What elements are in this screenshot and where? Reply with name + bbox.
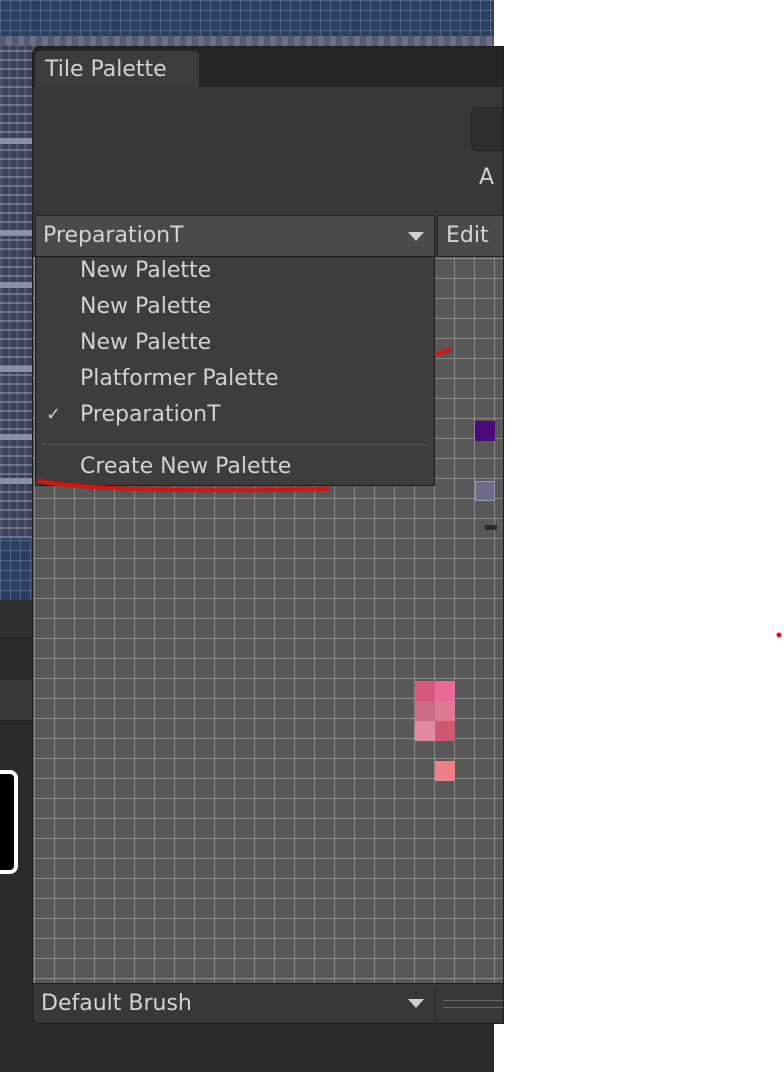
menu-item-label: New Palette bbox=[80, 294, 212, 319]
brush-dropdown-value: Default Brush bbox=[41, 991, 192, 1016]
menu-separator bbox=[42, 444, 428, 445]
active-target-label: A bbox=[479, 165, 495, 190]
menu-item-create-new-palette[interactable]: Create New Palette bbox=[36, 449, 434, 485]
purple-tile[interactable] bbox=[475, 421, 495, 441]
unity-logo-icon bbox=[0, 770, 18, 874]
palette-selector-dropdown[interactable]: PreparationT bbox=[35, 215, 435, 257]
edit-button[interactable]: Edit bbox=[437, 215, 503, 257]
tab-tile-palette[interactable]: Tile Palette bbox=[35, 51, 199, 89]
brush-bar: Default Brush bbox=[33, 983, 503, 1023]
menu-item-new-palette[interactable]: New Palette bbox=[36, 289, 434, 325]
annotation-dot bbox=[776, 632, 782, 638]
stone-tile[interactable] bbox=[475, 481, 495, 501]
menu-item-preparationt[interactable]: ✓ PreparationT bbox=[36, 397, 434, 433]
menu-item-label: PreparationT bbox=[80, 402, 221, 427]
dark-tile[interactable] bbox=[485, 525, 497, 530]
tool-button[interactable] bbox=[471, 107, 503, 151]
salmon-tile[interactable] bbox=[435, 761, 455, 781]
menu-item-new-palette[interactable]: New Palette bbox=[36, 325, 434, 361]
triangle-down-icon bbox=[408, 999, 424, 1008]
menu-item-label: New Palette bbox=[80, 330, 212, 355]
tab-strip: Tile Palette bbox=[33, 47, 503, 89]
checkmark-icon: ✓ bbox=[46, 404, 62, 425]
pink-tile bbox=[435, 721, 455, 741]
pink-tile bbox=[415, 721, 435, 741]
palette-dropdown-menu: New Palette New Palette New Palette Plat… bbox=[35, 256, 435, 486]
pink-tile bbox=[435, 701, 455, 721]
brush-inspector-handle[interactable] bbox=[443, 1000, 503, 1008]
menu-item-new-palette[interactable]: New Palette bbox=[36, 253, 434, 289]
palette-selector-value: PreparationT bbox=[43, 223, 184, 248]
brush-dropdown[interactable]: Default Brush bbox=[33, 986, 435, 1022]
scene-tile-row bbox=[0, 36, 494, 46]
menu-item-label: New Palette bbox=[80, 258, 212, 283]
tile-palette-window: Tile Palette A PreparationT Edit Default… bbox=[32, 46, 504, 1024]
pink-tile bbox=[415, 701, 435, 721]
menu-item-platformer-palette[interactable]: Platformer Palette bbox=[36, 361, 434, 397]
menu-item-label: Platformer Palette bbox=[80, 366, 279, 391]
menu-item-label: Create New Palette bbox=[80, 454, 292, 479]
triangle-down-icon bbox=[408, 232, 424, 241]
palette-toolbar: A bbox=[33, 87, 503, 215]
